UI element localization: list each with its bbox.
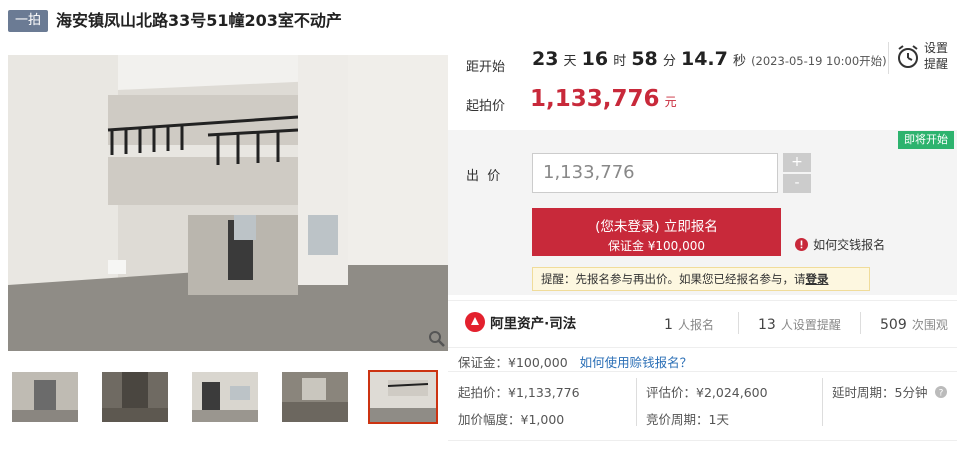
divider bbox=[888, 42, 889, 74]
deposit-row: 保证金：¥100,000 如何使用赊钱报名？ bbox=[458, 352, 692, 371]
view-count: 509 次围观 bbox=[880, 314, 948, 333]
start-price-detail: 起拍价：¥1,133,776 bbox=[458, 385, 580, 400]
signup-button[interactable]: (您未登录) 立即报名 保证金 ¥100,000 bbox=[532, 208, 781, 256]
start-price-label: 起拍价 bbox=[466, 99, 506, 114]
start-price-unit: 元 bbox=[664, 95, 677, 109]
svg-text:?: ? bbox=[939, 389, 944, 399]
delay-period-text: 延时周期：5分钟 bbox=[832, 385, 928, 400]
signup-button-label: (您未登录) 立即报名 bbox=[595, 219, 718, 235]
countdown-start-note: (2023-05-19 10:00开始) bbox=[751, 54, 887, 68]
countdown-days-unit: 天 bbox=[563, 54, 577, 69]
countdown-seconds-unit: 秒 bbox=[732, 54, 746, 69]
reminder-label-1: 设置 bbox=[924, 41, 949, 55]
credit-signup-link[interactable]: 如何使用赊钱报名？ bbox=[580, 355, 693, 370]
zoom-icon[interactable] bbox=[428, 330, 446, 348]
signup-count: 1 人报名 bbox=[664, 314, 714, 333]
signup-count-value: 1 bbox=[664, 317, 673, 333]
info-icon bbox=[795, 238, 808, 251]
increase-bid-button[interactable]: + bbox=[783, 153, 811, 172]
countdown-hours: 16 bbox=[581, 48, 609, 70]
start-price-value: 1,133,776 bbox=[530, 86, 660, 112]
thumbnail[interactable] bbox=[190, 370, 260, 424]
view-count-value: 509 bbox=[880, 317, 907, 333]
countdown-minutes: 58 bbox=[631, 48, 658, 70]
reminder-count-label: 人设置提醒 bbox=[780, 318, 841, 332]
countdown-minutes-unit: 分 bbox=[662, 54, 676, 69]
delay-period: 延时周期：5分钟 ? bbox=[832, 382, 948, 401]
signup-count-label: 人报名 bbox=[678, 318, 715, 332]
payment-help-link[interactable]: 如何交钱报名 bbox=[795, 234, 885, 253]
ali-assets-logo: 阿里资产·司法 bbox=[465, 312, 576, 332]
reminder-count: 13 人设置提醒 bbox=[758, 314, 841, 333]
page-title: 海安镇凤山北路33号51幢203室不动产 bbox=[56, 11, 342, 30]
countdown-hours-unit: 时 bbox=[613, 54, 627, 69]
brand-name: 阿里资产·司法 bbox=[490, 316, 577, 332]
help-icon[interactable]: ? bbox=[935, 386, 948, 399]
divider bbox=[636, 378, 637, 426]
divider bbox=[860, 312, 861, 334]
thumbnail-selected[interactable] bbox=[368, 370, 438, 424]
divider bbox=[822, 378, 823, 426]
divider bbox=[448, 371, 957, 372]
login-link[interactable]: 登录 bbox=[806, 272, 829, 286]
bid-amount-input[interactable]: 1,133,776 bbox=[532, 153, 778, 193]
signup-deposit-label: 保证金 ¥100,000 bbox=[607, 239, 706, 253]
interior-photo-illustration bbox=[8, 55, 448, 351]
alarm-clock-icon bbox=[898, 45, 918, 68]
countdown: 23 天 16 时 58 分 14.7 秒 (2023-05-19 10:00开… bbox=[532, 48, 887, 70]
bid-label: 出 价 bbox=[466, 169, 501, 184]
photo-thumbnails bbox=[8, 370, 448, 430]
bid-increment: 加价幅度：¥1,000 bbox=[458, 412, 565, 427]
appraisal-price: 评估价：¥2,024,600 bbox=[646, 385, 768, 400]
login-tip-text: 提醒：先报名参与再出价。如果您已经报名参与，请 bbox=[541, 272, 806, 286]
thumbnail[interactable] bbox=[280, 370, 350, 424]
payment-help-label: 如何交钱报名 bbox=[813, 238, 886, 252]
deposit-text: 保证金：¥100,000 bbox=[458, 355, 568, 370]
login-tip: 提醒：先报名参与再出价。如果您已经报名参与，请登录 bbox=[532, 267, 870, 291]
thumbnail[interactable] bbox=[100, 370, 170, 424]
bid-period: 竞价周期：1天 bbox=[646, 412, 729, 427]
countdown-label: 距开始 bbox=[466, 60, 506, 75]
thumbnail[interactable] bbox=[10, 370, 80, 424]
countdown-seconds: 14.7 bbox=[680, 48, 728, 70]
decrease-bid-button[interactable]: - bbox=[783, 174, 811, 193]
set-reminder-button[interactable]: 设置 提醒 bbox=[888, 40, 954, 76]
divider bbox=[448, 440, 957, 441]
countdown-days: 23 bbox=[532, 48, 559, 70]
reminder-count-value: 13 bbox=[758, 317, 776, 333]
divider bbox=[738, 312, 739, 334]
auction-round-badge: 一拍 bbox=[8, 10, 48, 32]
brand-logo-icon bbox=[465, 312, 485, 332]
status-badge: 即将开始 bbox=[898, 131, 954, 149]
reminder-label-2: 提醒 bbox=[924, 57, 949, 71]
start-price: 1,133,776 元 bbox=[530, 86, 677, 112]
main-property-photo[interactable] bbox=[8, 55, 448, 351]
view-count-label: 次围观 bbox=[911, 318, 948, 332]
